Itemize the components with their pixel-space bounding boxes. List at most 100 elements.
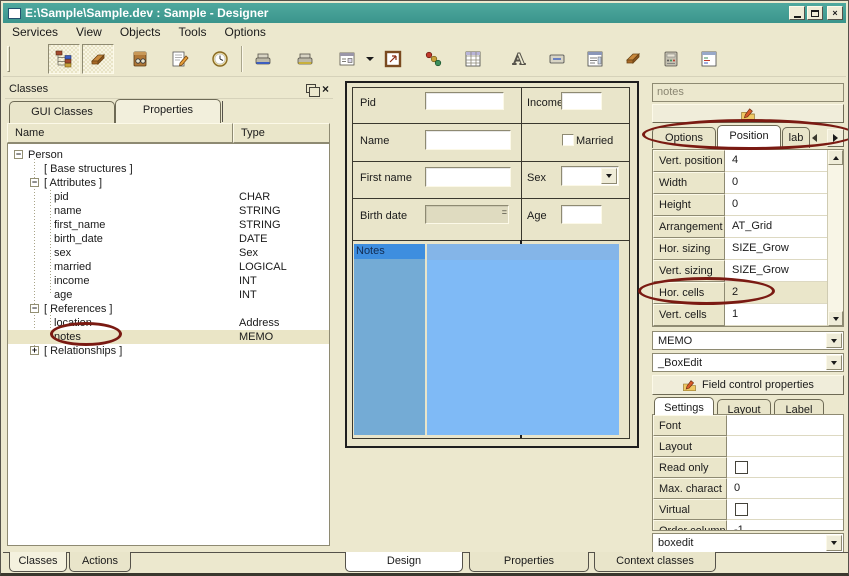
toolbar-image-frame-button[interactable] — [377, 44, 409, 74]
tab-label-truncated[interactable]: lab — [782, 127, 810, 148]
tree-item-birth-date[interactable]: birth_date DATE — [8, 232, 329, 246]
bottom-tab-design[interactable]: Design — [345, 552, 463, 572]
menu-options[interactable]: Options — [216, 24, 275, 40]
toolbar-printer-blue-button[interactable] — [247, 44, 279, 74]
tab-scroll-left-icon[interactable] — [812, 134, 817, 142]
toolbar-button-widget-button[interactable] — [541, 44, 573, 74]
field-type-dropdown-button[interactable] — [826, 333, 842, 348]
property-value[interactable]: 0 — [725, 194, 827, 216]
tree-item-married[interactable]: married LOGICAL — [8, 260, 329, 274]
field-control-properties-button[interactable]: Field control properties — [652, 375, 844, 395]
property-value[interactable]: 2 — [725, 282, 827, 304]
tree-item-attributes[interactable]: − [ Attributes ] — [8, 176, 329, 190]
tab-label[interactable]: Label — [774, 399, 824, 415]
property-value[interactable]: SIZE_Grow — [725, 260, 827, 282]
first-name-field[interactable] — [425, 167, 511, 187]
expand-icon[interactable]: + — [30, 346, 39, 355]
property-row[interactable]: Height 0 — [653, 194, 843, 216]
property-value[interactable]: AT_Grid — [725, 216, 827, 238]
property-row-hor-cells[interactable]: Hor. cells 2 — [653, 282, 843, 304]
property-value[interactable] — [727, 436, 843, 457]
property-row[interactable]: Max. charact 0 — [653, 478, 843, 499]
control-class-dropdown-button[interactable] — [826, 355, 842, 370]
property-grid-scrollbar[interactable] — [827, 150, 843, 326]
control-name-dropdown-button[interactable] — [826, 535, 842, 551]
tab-options[interactable]: Options — [652, 127, 716, 148]
bottom-tab-context-classes[interactable]: Context classes — [594, 552, 716, 572]
sex-dropdown-button[interactable] — [601, 168, 617, 184]
date-picker-icon[interactable]: = — [502, 208, 507, 217]
notes-field-left-column[interactable] — [354, 259, 425, 435]
married-checkbox[interactable] — [562, 134, 574, 146]
name-field[interactable] — [425, 130, 511, 150]
property-row-read-only[interactable]: Read only — [653, 457, 843, 478]
tab-properties-left[interactable]: Properties — [115, 99, 221, 123]
tree-item-income[interactable]: income INT — [8, 274, 329, 288]
property-value[interactable]: -1 — [727, 520, 843, 531]
field-type-dropdown[interactable]: MEMO — [652, 331, 844, 350]
maximize-button[interactable] — [807, 6, 823, 20]
collapse-icon[interactable]: − — [30, 304, 39, 313]
property-value[interactable]: 4 — [725, 150, 827, 172]
control-class-dropdown[interactable]: _BoxEdit — [652, 353, 844, 372]
virtual-checkbox[interactable] — [735, 503, 748, 516]
toolbar-printer-yellow-button[interactable] — [289, 44, 321, 74]
column-header-name[interactable]: Name — [7, 123, 233, 143]
property-value[interactable]: 0 — [725, 172, 827, 194]
toolbar-form-window-button[interactable] — [331, 44, 363, 74]
panel-close-icon[interactable]: × — [322, 83, 329, 95]
tree-item-name[interactable]: name STRING — [8, 204, 329, 218]
tree-item-relationships[interactable]: + [ Relationships ] — [8, 344, 329, 358]
minimize-button[interactable] — [789, 6, 805, 20]
notes-memo-field[interactable] — [427, 244, 619, 435]
edit-field-button[interactable] — [652, 104, 844, 123]
toolbar-list-window-button[interactable] — [579, 44, 611, 74]
income-field[interactable] — [561, 92, 602, 110]
property-value[interactable]: 0 — [727, 478, 843, 499]
property-value[interactable] — [727, 415, 843, 436]
birth-date-field[interactable]: = — [425, 205, 509, 224]
menu-tools[interactable]: Tools — [170, 24, 216, 40]
read-only-checkbox[interactable] — [735, 461, 748, 474]
bottom-tab-properties[interactable]: Properties — [469, 552, 589, 572]
toolbar-device-button[interactable] — [655, 44, 687, 74]
tree-item-sex[interactable]: sex Sex — [8, 246, 329, 260]
column-header-type[interactable]: Type — [233, 123, 330, 143]
menu-objects[interactable]: Objects — [111, 24, 170, 40]
tab-settings[interactable]: Settings — [654, 397, 714, 415]
bottom-tab-actions[interactable]: Actions — [69, 552, 131, 572]
property-row[interactable]: Hor. sizing SIZE_Grow — [653, 238, 843, 260]
toolbar-book-glasses-button[interactable] — [124, 44, 156, 74]
tree-item-base-structures[interactable]: [ Base structures ] — [8, 162, 329, 176]
notes-field-label[interactable]: Notes — [354, 244, 425, 259]
toolbar-code-window-button[interactable] — [693, 44, 725, 74]
toolbar-eraser-button[interactable] — [82, 44, 114, 74]
toolbar-traffic-colors-button[interactable] — [417, 44, 449, 74]
property-row[interactable]: Width 0 — [653, 172, 843, 194]
bottom-tab-classes[interactable]: Classes — [9, 552, 67, 572]
property-row-virtual[interactable]: Virtual — [653, 499, 843, 520]
sex-dropdown[interactable] — [561, 166, 619, 186]
toolbar-font-button[interactable]: A — [503, 44, 535, 74]
menu-services[interactable]: Services — [3, 24, 67, 40]
menu-view[interactable]: View — [67, 24, 111, 40]
title-bar[interactable]: E:\Sample\Sample.dev : Sample - Designer… — [3, 3, 846, 23]
property-row-clipped[interactable]: Order column -1 — [653, 520, 843, 531]
tree-item-first-name[interactable]: first_name STRING — [8, 218, 329, 232]
scroll-up-button[interactable] — [828, 150, 843, 165]
toolbar-book-button[interactable] — [617, 44, 649, 74]
tree-item-age[interactable]: age INT — [8, 288, 329, 302]
collapse-icon[interactable]: − — [14, 150, 23, 159]
tree-item-pid[interactable]: pid CHAR — [8, 190, 329, 204]
pid-field[interactable] — [425, 92, 504, 110]
property-row[interactable]: Layout — [653, 436, 843, 457]
tree-item-references[interactable]: − [ References ] — [8, 302, 329, 316]
property-row[interactable]: Vert. cells 1 — [653, 304, 843, 326]
tab-scroll-right-button[interactable] — [827, 129, 844, 147]
toolbar-object-tree-button[interactable] — [48, 44, 80, 74]
scroll-down-button[interactable] — [828, 311, 843, 326]
property-row[interactable]: Vert. position 4 — [653, 150, 843, 172]
collapse-icon[interactable]: − — [30, 178, 39, 187]
tab-gui-classes[interactable]: GUI Classes — [9, 101, 115, 123]
toolbar-clock-button[interactable] — [204, 44, 236, 74]
